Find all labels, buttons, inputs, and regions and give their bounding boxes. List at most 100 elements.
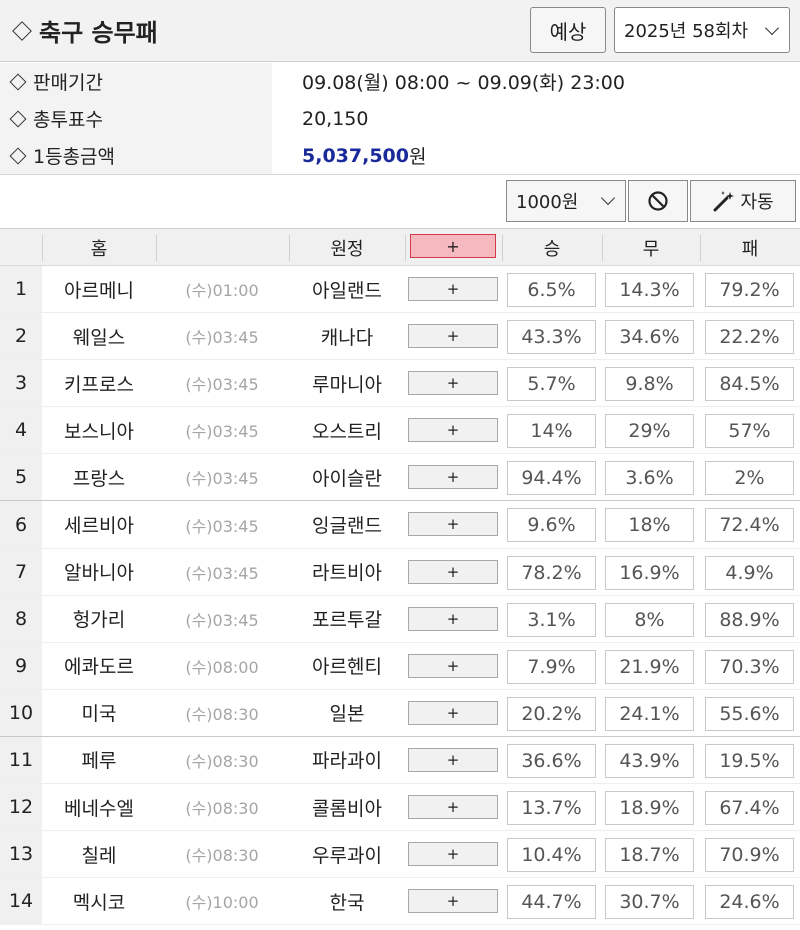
away-team: 한국: [329, 891, 365, 914]
row-plus-button[interactable]: +: [408, 371, 498, 396]
draw-pick-button[interactable]: 34.6%: [605, 320, 694, 355]
loss-pick-button[interactable]: 67.4%: [705, 791, 794, 826]
header-plus-all-button[interactable]: +: [410, 234, 496, 258]
row-number: 5: [0, 454, 42, 501]
match-table-body: 1 아르메니 (수)01:00 아일랜드 +6.5% 14.3% 79.2% 2 웨일스 (수)0…: [0, 266, 800, 926]
table-row: 6 세르비아 (수)03:45 잉글랜드 +9.6% 18% 72.4%: [0, 501, 800, 549]
row-plus-button[interactable]: +: [408, 418, 498, 443]
home-team: 헝가리: [72, 609, 126, 632]
loss-pick-button[interactable]: 19.5%: [705, 743, 794, 778]
win-pick-button[interactable]: 14%: [507, 414, 596, 449]
win-pick-button[interactable]: 94.4%: [507, 461, 596, 496]
loss-pick-button[interactable]: 70.3%: [705, 649, 794, 684]
win-pick-button[interactable]: 43.3%: [507, 320, 596, 355]
draw-pick-button[interactable]: 9.8%: [605, 367, 694, 402]
win-pick-button[interactable]: 13.7%: [507, 791, 596, 826]
chevron-down-icon: [600, 190, 616, 206]
draw-pick-button[interactable]: 18%: [605, 508, 694, 543]
row-plus-button[interactable]: +: [408, 747, 498, 772]
draw-pick-button[interactable]: 21.9%: [605, 649, 694, 684]
draw-pick-button[interactable]: 16.9%: [605, 555, 694, 590]
loss-pick-button[interactable]: 24.6%: [705, 885, 794, 920]
draw-pick-button[interactable]: 24.1%: [605, 696, 694, 731]
row-plus-button[interactable]: +: [408, 795, 498, 820]
match-time: (수)08:30: [185, 846, 259, 866]
match-time: (수)08:30: [185, 751, 259, 771]
row-number: 12: [0, 784, 42, 831]
row-plus-button[interactable]: +: [408, 465, 498, 490]
row-plus-button[interactable]: +: [408, 512, 498, 537]
loss-pick-button[interactable]: 2%: [705, 461, 794, 496]
loss-pick-button[interactable]: 57%: [705, 414, 794, 449]
row-number: 13: [0, 831, 42, 878]
match-time: (수)03:45: [185, 469, 259, 489]
loss-pick-button[interactable]: 22.2%: [705, 320, 794, 355]
info-panel: 판매기간 09.08(월) 08:00 ~ 09.09(화) 23:00 총투표…: [0, 63, 800, 175]
match-time: (수)03:45: [185, 610, 259, 630]
info-label: 총투표수: [0, 100, 272, 137]
draw-pick-button[interactable]: 3.6%: [605, 461, 694, 496]
loss-pick-button[interactable]: 88.9%: [705, 602, 794, 637]
win-pick-button[interactable]: 7.9%: [507, 649, 596, 684]
row-number: 9: [0, 642, 42, 689]
magic-wand-icon: [713, 191, 735, 212]
amount-select[interactable]: 1000원: [506, 180, 626, 222]
row-plus-button[interactable]: +: [408, 653, 498, 678]
win-pick-button[interactable]: 20.2%: [507, 696, 596, 731]
row-plus-button[interactable]: +: [408, 606, 498, 631]
win-pick-button[interactable]: 44.7%: [507, 885, 596, 920]
row-plus-button[interactable]: +: [408, 277, 498, 301]
draw-pick-button[interactable]: 43.9%: [605, 743, 694, 778]
row-number: 8: [0, 595, 42, 642]
draw-pick-button[interactable]: 8%: [605, 602, 694, 637]
predict-button[interactable]: 예상: [530, 7, 606, 53]
loss-pick-button[interactable]: 79.2%: [705, 273, 794, 307]
win-pick-button[interactable]: 6.5%: [507, 273, 596, 307]
draw-pick-button[interactable]: 29%: [605, 414, 694, 449]
row-plus-button[interactable]: +: [408, 700, 498, 725]
row-plus-button[interactable]: +: [408, 324, 498, 349]
loss-pick-button[interactable]: 4.9%: [705, 555, 794, 590]
row-plus-button[interactable]: +: [408, 559, 498, 584]
row-plus-button[interactable]: +: [408, 842, 498, 867]
match-time: (수)03:45: [185, 328, 259, 348]
round-select[interactable]: 2025년 58회차: [614, 7, 790, 53]
first-prize-label: 1등총금액: [33, 146, 116, 168]
away-team: 오스트리: [312, 420, 382, 443]
table-row: 11 페루 (수)08:30 파라과이 +36.6% 43.9% 19.5%: [0, 736, 800, 785]
table-row: 5 프랑스 (수)03:45 아이슬란 +94.4% 3.6% 2%: [0, 454, 800, 502]
first-prize-value: 5,037,500 원: [302, 137, 426, 174]
draw-pick-button[interactable]: 30.7%: [605, 885, 694, 920]
draw-pick-button[interactable]: 14.3%: [605, 273, 694, 307]
page-title-text: 축구 승무패: [39, 19, 158, 47]
draw-pick-button[interactable]: 18.7%: [605, 838, 694, 873]
match-time: (수)08:30: [185, 799, 259, 819]
away-team: 캐나다: [320, 326, 374, 349]
loss-pick-button[interactable]: 70.9%: [705, 838, 794, 873]
home-team: 세르비아: [64, 515, 134, 538]
win-pick-button[interactable]: 78.2%: [507, 555, 596, 590]
away-team: 아르헨티: [312, 656, 382, 679]
win-pick-button[interactable]: 3.1%: [507, 602, 596, 637]
sale-period-value: 09.08(월) 08:00 ~ 09.09(화) 23:00: [302, 72, 625, 94]
prohibit-icon: [648, 191, 668, 211]
away-team: 일본: [329, 703, 365, 726]
loss-pick-button[interactable]: 84.5%: [705, 367, 794, 402]
info-label: 판매기간: [0, 63, 272, 100]
win-pick-button[interactable]: 5.7%: [507, 367, 596, 402]
loss-pick-button[interactable]: 55.6%: [705, 696, 794, 731]
win-pick-button[interactable]: 9.6%: [507, 508, 596, 543]
home-team: 웨일스: [72, 326, 126, 349]
away-team: 아일랜드: [312, 279, 382, 302]
table-row: 8 헝가리 (수)03:45 포르투갈 +3.1% 8% 88.9%: [0, 595, 800, 643]
win-pick-button[interactable]: 10.4%: [507, 838, 596, 873]
draw-pick-button[interactable]: 18.9%: [605, 791, 694, 826]
auto-button[interactable]: 자동: [690, 180, 796, 222]
win-pick-button[interactable]: 36.6%: [507, 743, 596, 778]
row-plus-button[interactable]: +: [408, 889, 498, 914]
clear-button[interactable]: [628, 180, 688, 222]
loss-pick-button[interactable]: 72.4%: [705, 508, 794, 543]
match-time: (수)03:45: [185, 375, 259, 395]
header-no: [0, 229, 42, 266]
table-row: 10 미국 (수)08:30 일본 +20.2% 24.1% 55.6%: [0, 689, 800, 737]
